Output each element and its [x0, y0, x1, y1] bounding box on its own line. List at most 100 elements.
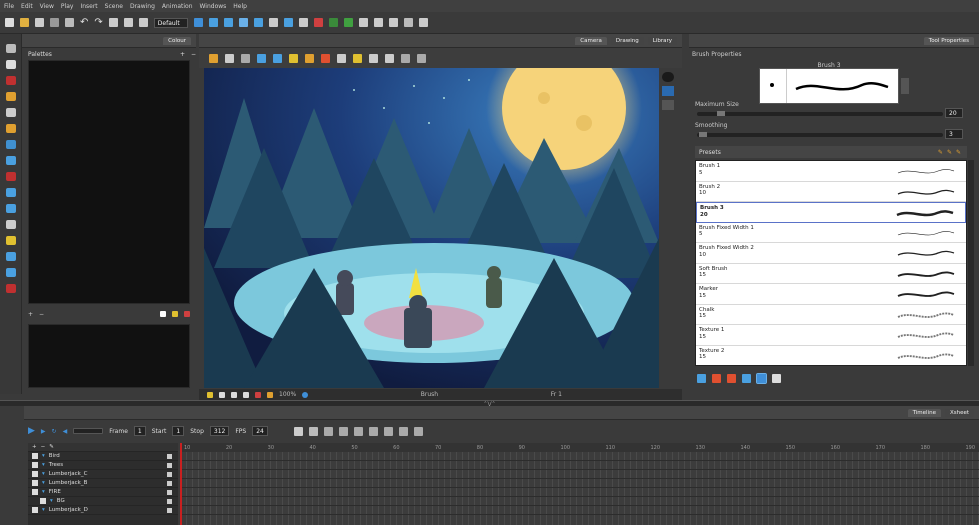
undo-icon[interactable]: ↶ [80, 17, 88, 28]
stroke-mode-icon[interactable] [697, 374, 706, 383]
insert-blank-icon[interactable] [398, 426, 408, 436]
align-icon[interactable] [358, 18, 368, 27]
tab-camera[interactable]: Camera [575, 36, 607, 45]
peg-icon[interactable] [238, 18, 248, 27]
playhead[interactable] [180, 443, 182, 525]
cutter-tool-icon[interactable] [6, 252, 16, 261]
rename-preset-icon[interactable]: ✎ [947, 149, 952, 156]
preset-item[interactable]: Brush 2 10 [696, 182, 966, 202]
transform-icon[interactable] [223, 18, 233, 27]
menu-insert[interactable]: Insert [80, 3, 97, 10]
render-preview-icon[interactable] [662, 86, 674, 96]
layer-lock-icon[interactable] [167, 507, 172, 513]
frame-ruler[interactable]: 10 20 30 40 50 60 70 80 90 100 110 120 130 140 150 160 1… [180, 443, 979, 452]
preset-item[interactable]: Brush 15 [696, 161, 966, 182]
add-keyframe-icon[interactable] [293, 426, 303, 436]
start-field[interactable]: 1 [172, 426, 185, 436]
camera-icon[interactable] [662, 72, 674, 82]
red-swatch-icon[interactable] [184, 311, 190, 317]
brush-preview[interactable] [759, 68, 899, 104]
select-tool-icon[interactable] [6, 44, 16, 53]
light-icon[interactable] [207, 391, 213, 398]
layer-row[interactable]: ▾ Lumberjack_C [28, 470, 178, 479]
play-selection-icon[interactable]: ▶ [41, 428, 46, 435]
align-2-icon[interactable] [373, 18, 383, 27]
deformer-icon[interactable] [268, 18, 278, 27]
zoom-level[interactable]: 100% [279, 391, 296, 398]
flip-v-icon[interactable] [385, 53, 394, 63]
motion-key-icon[interactable] [323, 426, 333, 436]
frame-row[interactable] [180, 452, 979, 461]
brush-view-icon[interactable] [321, 53, 330, 63]
menu-edit[interactable]: Edit [21, 3, 33, 10]
preset-item[interactable]: Soft Brush 15 [696, 264, 966, 284]
texture-icon[interactable] [756, 373, 767, 384]
auto-flatten-icon[interactable] [727, 374, 736, 383]
stamp-tool-icon[interactable] [6, 284, 16, 293]
sound-icon[interactable]: ◀ [63, 428, 68, 435]
fps-field[interactable]: 24 [252, 426, 268, 436]
paste-icon[interactable] [138, 18, 148, 27]
remove-keyframe-icon[interactable] [308, 426, 318, 436]
onion-skin-icon[interactable] [208, 18, 218, 27]
layer-row[interactable]: ▾ FIRE [28, 488, 178, 497]
distribute-icon[interactable] [417, 53, 426, 63]
zoom-tool-icon[interactable] [6, 204, 16, 213]
pressure-icon[interactable] [742, 374, 751, 383]
frame-row[interactable] [180, 479, 979, 488]
extend-icon[interactable] [368, 426, 378, 436]
save-icon[interactable] [35, 18, 44, 27]
bone-icon[interactable] [283, 18, 293, 27]
add-palette-icon[interactable]: + [180, 51, 185, 58]
clear-exposure-icon[interactable] [413, 426, 423, 436]
shape-tool-icon[interactable] [6, 188, 16, 197]
cut-icon[interactable] [108, 18, 118, 27]
preset-item[interactable]: Brush 3 20 [696, 202, 966, 223]
copy-icon[interactable] [123, 18, 133, 27]
contour-tool-icon[interactable] [6, 60, 16, 69]
drawing-pivot-icon[interactable] [6, 236, 16, 245]
menu-play[interactable]: Play [61, 3, 74, 10]
brush-preview-arrow[interactable] [901, 78, 909, 94]
remove-colour-icon[interactable]: − [39, 311, 44, 318]
workspace-save-icon[interactable] [193, 18, 203, 27]
layer-enable-checkbox[interactable] [40, 498, 46, 504]
add-layer-icon[interactable]: + [32, 444, 37, 450]
frame-field[interactable]: 1 [133, 426, 146, 436]
drawing-canvas[interactable] [204, 68, 659, 388]
preset-item[interactable]: Texture 1 15 [696, 325, 966, 346]
redo-icon[interactable]: ↷ [94, 17, 102, 28]
rotate-view-icon[interactable] [253, 18, 263, 27]
settings-icon[interactable] [225, 53, 234, 63]
stop-field[interactable]: 312 [209, 426, 230, 436]
layer-enable-checkbox[interactable] [32, 462, 38, 468]
flip-h-icon[interactable] [369, 53, 378, 63]
expand-arrow-icon[interactable]: ▾ [42, 462, 45, 468]
delete-preset-icon[interactable]: ✎ [956, 149, 961, 156]
pin-icon[interactable] [353, 53, 362, 63]
smoothing-field[interactable]: 3 [945, 129, 963, 139]
max-size-field[interactable]: 20 [945, 108, 963, 118]
node-icon[interactable] [298, 18, 308, 27]
remove-palette-icon[interactable]: − [191, 51, 196, 58]
stop-motion-key-icon[interactable] [338, 426, 348, 436]
tab-timeline[interactable]: Timeline [907, 408, 941, 417]
lock-icon[interactable] [289, 53, 298, 63]
line-tool-icon[interactable] [6, 156, 16, 165]
layer-lock-icon[interactable] [167, 480, 172, 486]
remove-layer-icon[interactable]: − [41, 444, 46, 450]
preset-scrollbar[interactable] [968, 160, 974, 366]
frame-row[interactable] [180, 488, 979, 497]
new-scene-icon[interactable] [5, 18, 14, 27]
tab-tool-properties[interactable]: Tool Properties [923, 36, 974, 45]
layer-props-icon[interactable]: ✎ [49, 444, 54, 450]
menu-scene[interactable]: Scene [105, 3, 123, 10]
extra-tool-icon[interactable] [418, 18, 428, 27]
open-folder-icon[interactable] [20, 18, 29, 27]
record-view-icon[interactable] [255, 391, 261, 398]
green-tool-icon[interactable] [328, 18, 338, 27]
scissors-icon[interactable] [403, 18, 413, 27]
loop-icon[interactable]: ↻ [52, 428, 57, 435]
layer-lock-icon[interactable] [167, 498, 172, 504]
layer-lock-icon[interactable] [167, 462, 172, 468]
